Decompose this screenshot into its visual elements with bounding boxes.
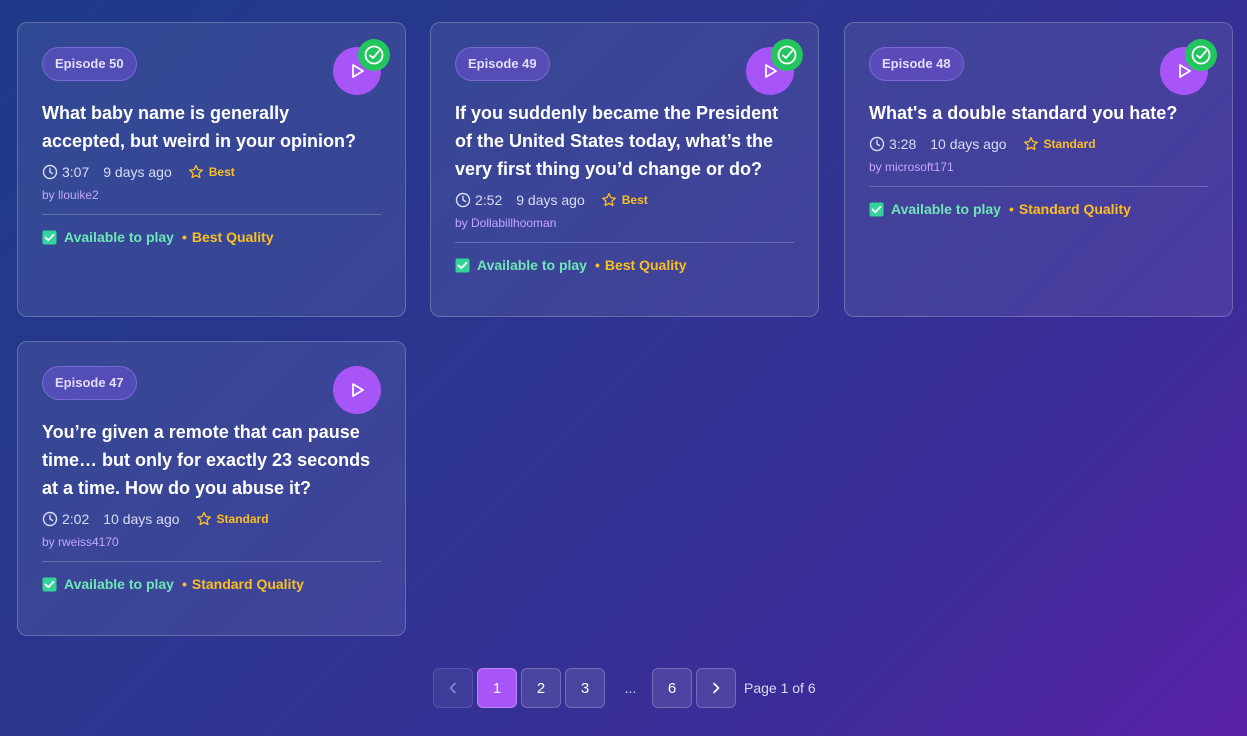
available-text: Available to play (64, 576, 174, 592)
availability: Available to play • Standard Quality (869, 187, 1208, 231)
star-icon (196, 511, 211, 526)
episode-card[interactable]: Episode 48 What's a double standard you … (844, 22, 1233, 317)
play-button[interactable] (333, 366, 381, 414)
clock-icon (42, 511, 58, 527)
clock-icon (455, 192, 471, 208)
prev-page-button[interactable] (433, 668, 473, 708)
checkbox-checked-icon (455, 258, 470, 272)
author-link[interactable]: by Dollabillhooman (455, 216, 794, 232)
pagination: 1 2 3 ... 6 Page 1 of 6 (433, 668, 816, 708)
quality-tag: Best (621, 193, 648, 207)
quality-label: Best Quality (191, 229, 274, 245)
author-link[interactable]: by llouike2 (42, 188, 381, 204)
page-button-6[interactable]: 6 (652, 668, 692, 708)
availability: Available to play • Standard Quality (42, 562, 381, 606)
episode-card[interactable]: Episode 49 If you suddenly became the Pr… (430, 22, 819, 317)
checkbox-checked-icon (869, 202, 884, 216)
chevron-left-icon (449, 682, 456, 694)
page-button-2[interactable]: 2 (521, 668, 561, 708)
duration: 3:28 (889, 136, 917, 152)
episode-title: What's a double standard you hate? (869, 103, 1178, 123)
star-icon (1023, 136, 1038, 151)
duration: 3:07 (62, 164, 90, 180)
episode-meta: 3:07 9 days ago Best (42, 162, 381, 182)
episode-card[interactable]: Episode 47 You’re given a remote that ca… (17, 341, 406, 636)
played-check-icon (358, 39, 390, 71)
checkbox-checked-icon (42, 577, 57, 591)
published-ago: 10 days ago (930, 136, 1007, 152)
quality-tag: Standard (1043, 137, 1096, 151)
clock-icon (42, 164, 58, 180)
episode-meta: 3:28 10 days ago Standard (869, 134, 1208, 154)
separator-dot: • (594, 257, 600, 273)
quality-label: Standard Quality (1018, 201, 1131, 217)
page-info: Page 1 of 6 (744, 680, 816, 696)
episode-badge: Episode 50 (42, 47, 137, 81)
page-button-3[interactable]: 3 (565, 668, 605, 708)
played-check-icon (1185, 39, 1217, 71)
star-icon (188, 164, 203, 179)
episode-meta: 2:52 9 days ago Best (455, 190, 794, 210)
episode-title: If you suddenly became the President of … (455, 103, 779, 179)
published-ago: 9 days ago (103, 164, 172, 180)
available-text: Available to play (64, 229, 174, 245)
separator-dot: • (1008, 201, 1014, 217)
duration: 2:02 (62, 511, 90, 527)
available-text: Available to play (891, 201, 1001, 217)
played-check-icon (771, 39, 803, 71)
next-page-button[interactable] (696, 668, 736, 708)
author-link[interactable]: by rweiss4170 (42, 535, 381, 551)
availability: Available to play • Best Quality (42, 215, 381, 259)
play-icon (352, 383, 364, 397)
episode-card[interactable]: Episode 50 What baby name is generally a… (17, 22, 406, 317)
checkbox-checked-icon (42, 230, 57, 244)
available-text: Available to play (477, 257, 587, 273)
page-button-1[interactable]: 1 (477, 668, 517, 708)
episode-title: You’re given a remote that can pause tim… (42, 422, 371, 498)
star-icon (601, 192, 616, 207)
availability: Available to play • Best Quality (455, 243, 794, 287)
quality-label: Standard Quality (191, 576, 304, 592)
duration: 2:52 (475, 192, 503, 208)
pagination-ellipsis: ... (624, 680, 637, 696)
episode-badge: Episode 49 (455, 47, 550, 81)
author-link[interactable]: by microsoft171 (869, 160, 1208, 176)
quality-label: Best Quality (604, 257, 687, 273)
episode-badge: Episode 48 (869, 47, 964, 81)
episode-title: What baby name is generally accepted, bu… (42, 103, 357, 151)
quality-tag: Best (208, 165, 235, 179)
episode-badge: Episode 47 (42, 366, 137, 400)
quality-tag: Standard (216, 512, 269, 526)
clock-icon (869, 136, 885, 152)
chevron-right-icon (713, 682, 720, 694)
separator-dot: • (181, 229, 187, 245)
episode-meta: 2:02 10 days ago Standard (42, 509, 381, 529)
published-ago: 9 days ago (516, 192, 585, 208)
published-ago: 10 days ago (103, 511, 180, 527)
separator-dot: • (181, 576, 187, 592)
